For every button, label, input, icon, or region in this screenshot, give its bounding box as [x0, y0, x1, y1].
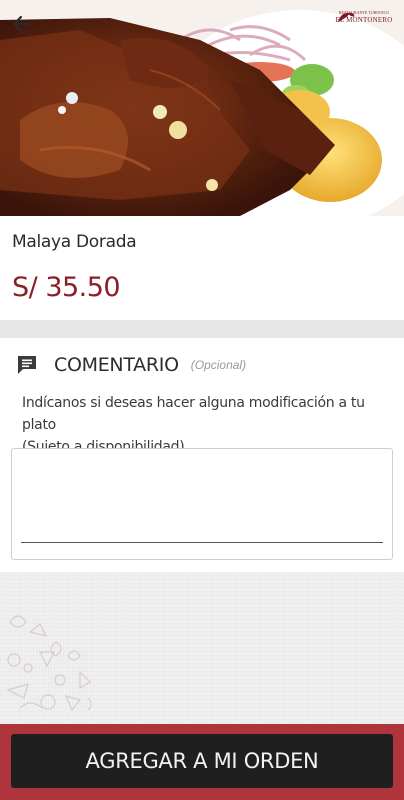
- restaurant-logo: RESTAURANTE TURISTICO EL MONTONERO: [335, 10, 392, 40]
- decorative-background: [0, 572, 404, 724]
- logo-emblem-icon: [338, 12, 355, 22]
- bottom-action-bar: AGREGAR A MI ORDEN: [0, 724, 404, 800]
- food-doodles-icon: [6, 615, 92, 712]
- product-image: RESTAURANTE TURISTICO EL MONTONERO: [0, 0, 404, 216]
- comment-optional-label: (Opcional): [190, 358, 247, 372]
- comment-box: [11, 448, 393, 560]
- back-button[interactable]: [10, 12, 42, 44]
- comment-help-line: Indícanos si deseas hacer alguna modific…: [22, 395, 365, 433]
- product-price: S/ 35.50: [12, 272, 121, 303]
- comment-input[interactable]: [21, 457, 383, 543]
- comment-header: COMENTARIO (Opcional): [16, 354, 246, 376]
- product-info: Malaya Dorada S/ 35.50: [0, 216, 404, 320]
- arrow-left-icon: [12, 15, 32, 33]
- section-divider: [0, 320, 404, 338]
- add-to-order-button[interactable]: AGREGAR A MI ORDEN: [11, 734, 393, 788]
- comment-title: COMENTARIO: [54, 354, 179, 376]
- comment-section: COMENTARIO (Opcional) Indícanos si desea…: [0, 338, 404, 572]
- product-name: Malaya Dorada: [12, 232, 137, 252]
- comment-icon: [18, 356, 36, 374]
